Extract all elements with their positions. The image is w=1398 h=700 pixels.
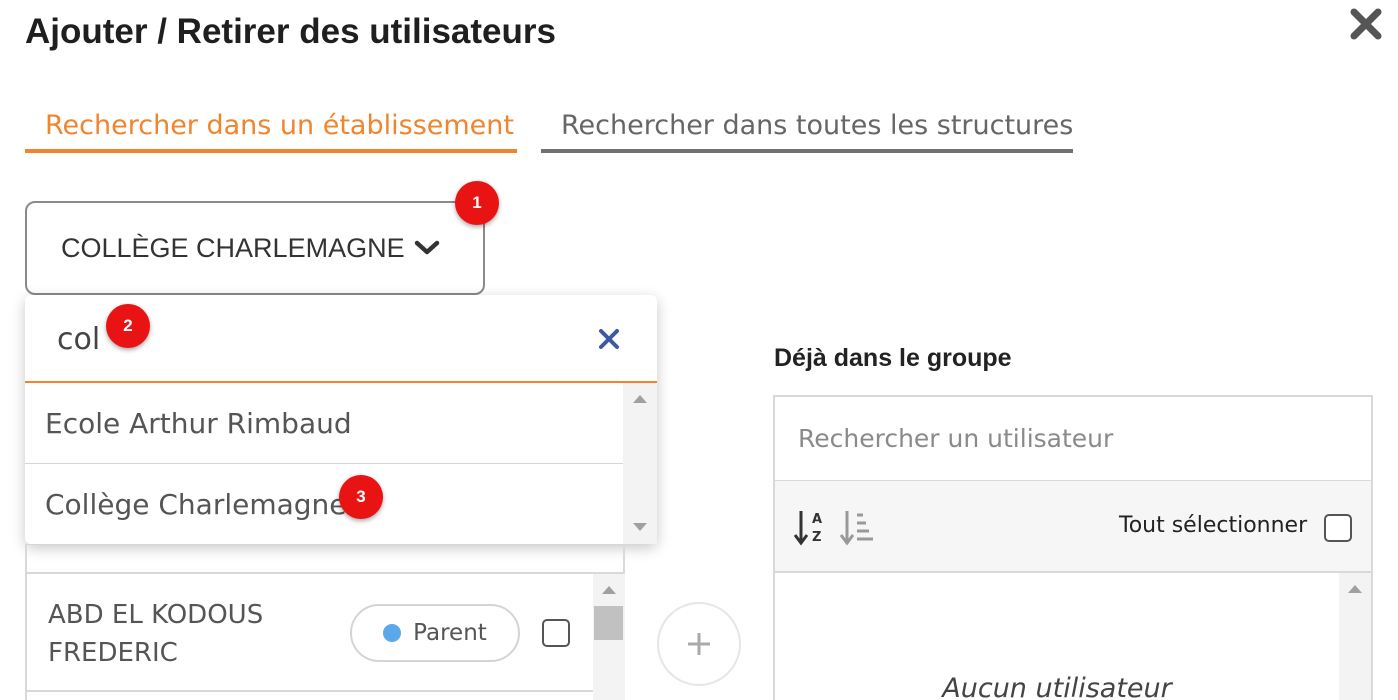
sort-alpha-icon[interactable]: A Z: [793, 507, 829, 547]
tab-search-establishment[interactable]: Rechercher dans un établissement: [25, 108, 517, 153]
dropdown-option[interactable]: Collège Charlemagne: [25, 464, 623, 545]
structure-select-value: COLLÈGE CHARLEMAGNE: [61, 232, 405, 263]
scroll-up-icon[interactable]: [633, 395, 647, 403]
role-dot-icon: [383, 624, 402, 642]
group-toolbar: A Z Tout sélectionner: [775, 481, 1371, 573]
empty-state-text: Aucun utilisateur: [942, 673, 1172, 700]
user-name: ABD EL KODOUS FREDERIC: [48, 600, 264, 668]
step-badge: 3: [339, 475, 383, 519]
select-all-label: Tout sélectionner: [1119, 513, 1308, 538]
group-panel: A Z Tout sélectionner Aucun utilisateur: [773, 395, 1373, 700]
add-user-button[interactable]: [657, 602, 741, 686]
clear-button[interactable]: [595, 325, 623, 353]
user-list-scrollbar[interactable]: [593, 574, 625, 700]
user-list: ABD EL KODOUS FREDERIC Parent: [25, 544, 625, 700]
role-badge: Parent: [350, 604, 520, 662]
scroll-up-icon[interactable]: [1348, 585, 1362, 593]
svg-text:Z: Z: [812, 530, 821, 545]
add-icon: [688, 633, 710, 655]
chevron-down-icon: [414, 240, 439, 255]
structure-select[interactable]: COLLÈGE CHARLEMAGNE: [25, 201, 485, 295]
clear-icon: [599, 329, 619, 349]
dialog-title: Ajouter / Retirer des utilisateurs: [25, 12, 556, 51]
dropdown-scrollbar[interactable]: [623, 383, 657, 544]
role-label: Parent: [413, 620, 487, 646]
scroll-up-icon[interactable]: [602, 586, 616, 594]
close-button[interactable]: [1348, 6, 1384, 42]
tab-label: Rechercher dans un établissement: [45, 110, 514, 141]
user-row[interactable]: ABD EL KODOUS FREDERIC Parent: [27, 574, 593, 692]
svg-text:A: A: [812, 512, 822, 527]
group-label: Déjà dans le groupe: [774, 344, 1012, 372]
tab-search-all-structures[interactable]: Rechercher dans toutes les structures: [541, 108, 1073, 153]
user-checkbox[interactable]: [542, 619, 570, 647]
select-all-checkbox[interactable]: [1324, 514, 1352, 542]
tab-label: Rechercher dans toutes les structures: [561, 110, 1074, 141]
step-badge: 2: [106, 304, 150, 348]
scroll-down-icon[interactable]: [633, 523, 647, 531]
scrollbar-thumb[interactable]: [594, 606, 623, 640]
close-icon: [1350, 8, 1382, 40]
group-search-input[interactable]: [775, 397, 1371, 481]
step-badge: 1: [455, 181, 499, 225]
dropdown-options: Ecole Arthur Rimbaud Collège Charlemagne: [25, 383, 623, 545]
dropdown-option[interactable]: Ecole Arthur Rimbaud: [25, 383, 623, 464]
group-member-list: Aucun utilisateur: [775, 573, 1339, 700]
sort-list-icon[interactable]: [839, 507, 875, 547]
group-list-scrollbar[interactable]: [1339, 573, 1371, 700]
